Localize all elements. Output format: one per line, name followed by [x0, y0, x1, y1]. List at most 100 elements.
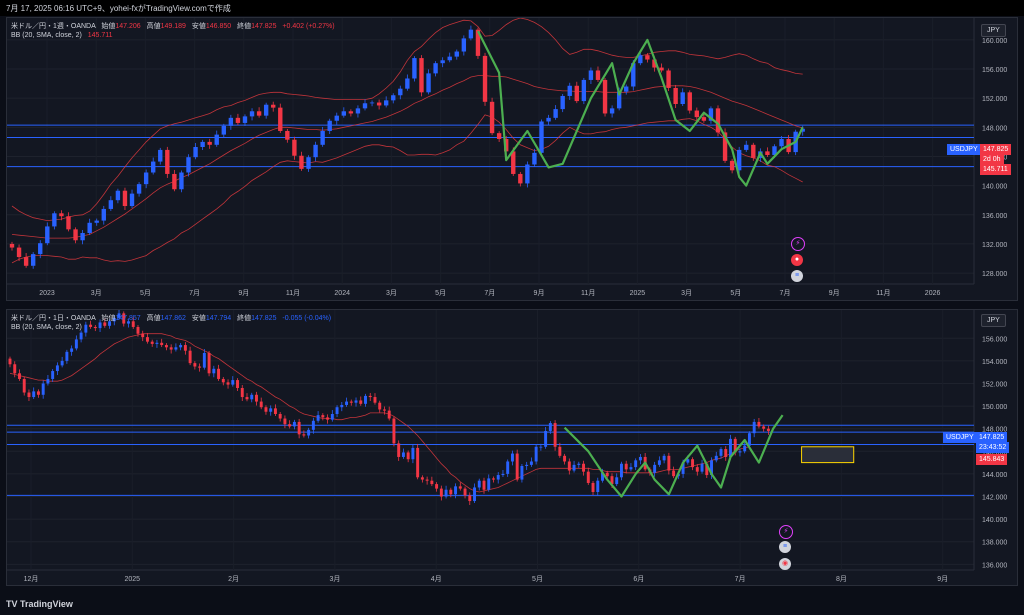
candle-body	[596, 480, 600, 492]
candle-body	[539, 446, 543, 448]
candle-body	[165, 149, 170, 174]
weekly-chart-pane[interactable]: 160.000156.000152.000148.000144.000140.0…	[6, 17, 1018, 301]
low-value: 147.794	[205, 315, 232, 322]
candle-body	[492, 478, 495, 480]
candle-body	[672, 470, 676, 477]
candle-body	[615, 477, 619, 485]
candle-body	[558, 446, 562, 456]
daily-chart-pane[interactable]: 156.000154.000152.000150.000148.000146.0…	[6, 309, 1018, 586]
price-tick-label: 148.000	[982, 125, 1007, 132]
candle-body	[231, 380, 235, 385]
candle-body	[468, 29, 474, 39]
jp-event-icon[interactable]: ●	[791, 254, 803, 266]
currency-button[interactable]: JPY	[981, 314, 1006, 327]
tradingview-logo: TV TradingView	[6, 599, 73, 609]
candle-body	[567, 461, 571, 471]
candle-body	[136, 184, 142, 194]
weekly-bb-legend: BB (20, SMA, close, 2) 145.711	[11, 32, 113, 39]
candle-body	[16, 247, 22, 258]
close-value: 147.825	[251, 23, 277, 30]
candle-body	[212, 368, 216, 374]
candle-body	[482, 55, 488, 102]
change-value: -0.055 (-0.04%)	[282, 315, 332, 322]
lightning-event-icon[interactable]: ⚡	[791, 237, 805, 251]
daily-chart-canvas[interactable]: 156.000154.000152.000150.000148.000146.0…	[7, 310, 1017, 585]
candle-body	[80, 232, 85, 241]
candle-body	[482, 480, 486, 490]
candle-body	[327, 120, 332, 131]
candle-body	[335, 407, 339, 414]
candle-body	[23, 257, 29, 266]
currency-button[interactable]: JPY	[981, 24, 1006, 37]
price-tick-label: 152.000	[982, 381, 1007, 388]
time-tick-label: 3月	[91, 289, 102, 297]
symbol-label: 米ドル／円・1日・OANDA	[11, 315, 96, 322]
time-tick-label: 5月	[435, 289, 446, 297]
price-tick-label: 136.000	[982, 562, 1007, 569]
candle-body	[129, 193, 135, 207]
candle-body	[581, 79, 587, 102]
candle-body	[387, 410, 391, 419]
candle-body	[65, 351, 69, 361]
symbol-price-tag: USDJPY	[943, 432, 977, 443]
weekly-chart-canvas[interactable]: 160.000156.000152.000148.000144.000140.0…	[7, 18, 1017, 300]
time-tick-label: 7月	[780, 289, 791, 297]
footer: TV TradingView	[0, 594, 1024, 615]
candle-body	[667, 455, 671, 471]
candle-body	[496, 133, 502, 139]
price-tick-label: 140.000	[982, 184, 1007, 191]
price-tick-label: 154.000	[982, 359, 1007, 366]
candle-body	[529, 461, 533, 465]
time-tick-label: 7月	[735, 575, 746, 583]
candle-body	[468, 495, 472, 502]
candle-body	[714, 455, 718, 461]
candle-body	[73, 229, 78, 241]
candle-body	[311, 420, 315, 430]
candle-body	[98, 322, 102, 329]
candle-body	[45, 226, 50, 244]
candle-body	[32, 391, 36, 398]
candle-body	[525, 464, 529, 466]
time-tick-label: 2023	[39, 290, 55, 297]
candle-body	[779, 138, 784, 147]
candle-body	[447, 56, 452, 61]
candle-body	[269, 408, 273, 412]
candle-body	[666, 70, 671, 88]
candle-body	[520, 466, 524, 480]
candle-body	[382, 409, 386, 411]
time-tick-label: 3月	[386, 289, 397, 297]
candle-body	[193, 363, 197, 367]
symbol-price-tag: USDJPY	[947, 144, 981, 155]
daily-ohlc-legend: 米ドル／円・1日・OANDA 始値147.857 高値147.862 安値147…	[11, 313, 331, 323]
candle-body	[757, 421, 761, 427]
time-tick-label: 2月	[228, 575, 239, 583]
candle-body	[108, 200, 114, 209]
candle-body	[368, 395, 372, 398]
weekly-ohlc-legend: 米ドル／円・1週・OANDA 始値147.206 高値149.189 安値146…	[11, 21, 335, 31]
bb-price-tag: 145.711	[980, 164, 1011, 175]
candle-body	[188, 350, 192, 364]
candle-body	[240, 388, 244, 398]
multi-event-icon[interactable]: ◉	[779, 558, 791, 570]
high-label: 高値	[146, 23, 161, 30]
candle-body	[179, 172, 184, 190]
us-event-icon[interactable]: ≡	[791, 270, 803, 282]
candle-body	[391, 95, 396, 101]
candle-body	[747, 433, 751, 446]
candle-body	[60, 360, 64, 366]
price-tick-label: 142.000	[982, 495, 1007, 502]
candle-body	[680, 92, 685, 104]
candle-body	[198, 366, 202, 368]
price-tick-label: 160.000	[982, 38, 1007, 45]
bb-label: BB (20, SMA, close, 2)	[11, 324, 82, 331]
candle-body	[715, 108, 721, 133]
candle-body	[659, 67, 664, 71]
lightning-event-icon[interactable]: ⚡	[779, 525, 793, 539]
candle-body	[383, 100, 389, 106]
us-event-icon[interactable]: ≡	[779, 541, 791, 553]
candle-body	[94, 220, 99, 223]
candle-body	[256, 111, 262, 116]
candle-body	[306, 157, 311, 169]
candle-body	[169, 347, 173, 350]
candle-body	[30, 254, 36, 266]
